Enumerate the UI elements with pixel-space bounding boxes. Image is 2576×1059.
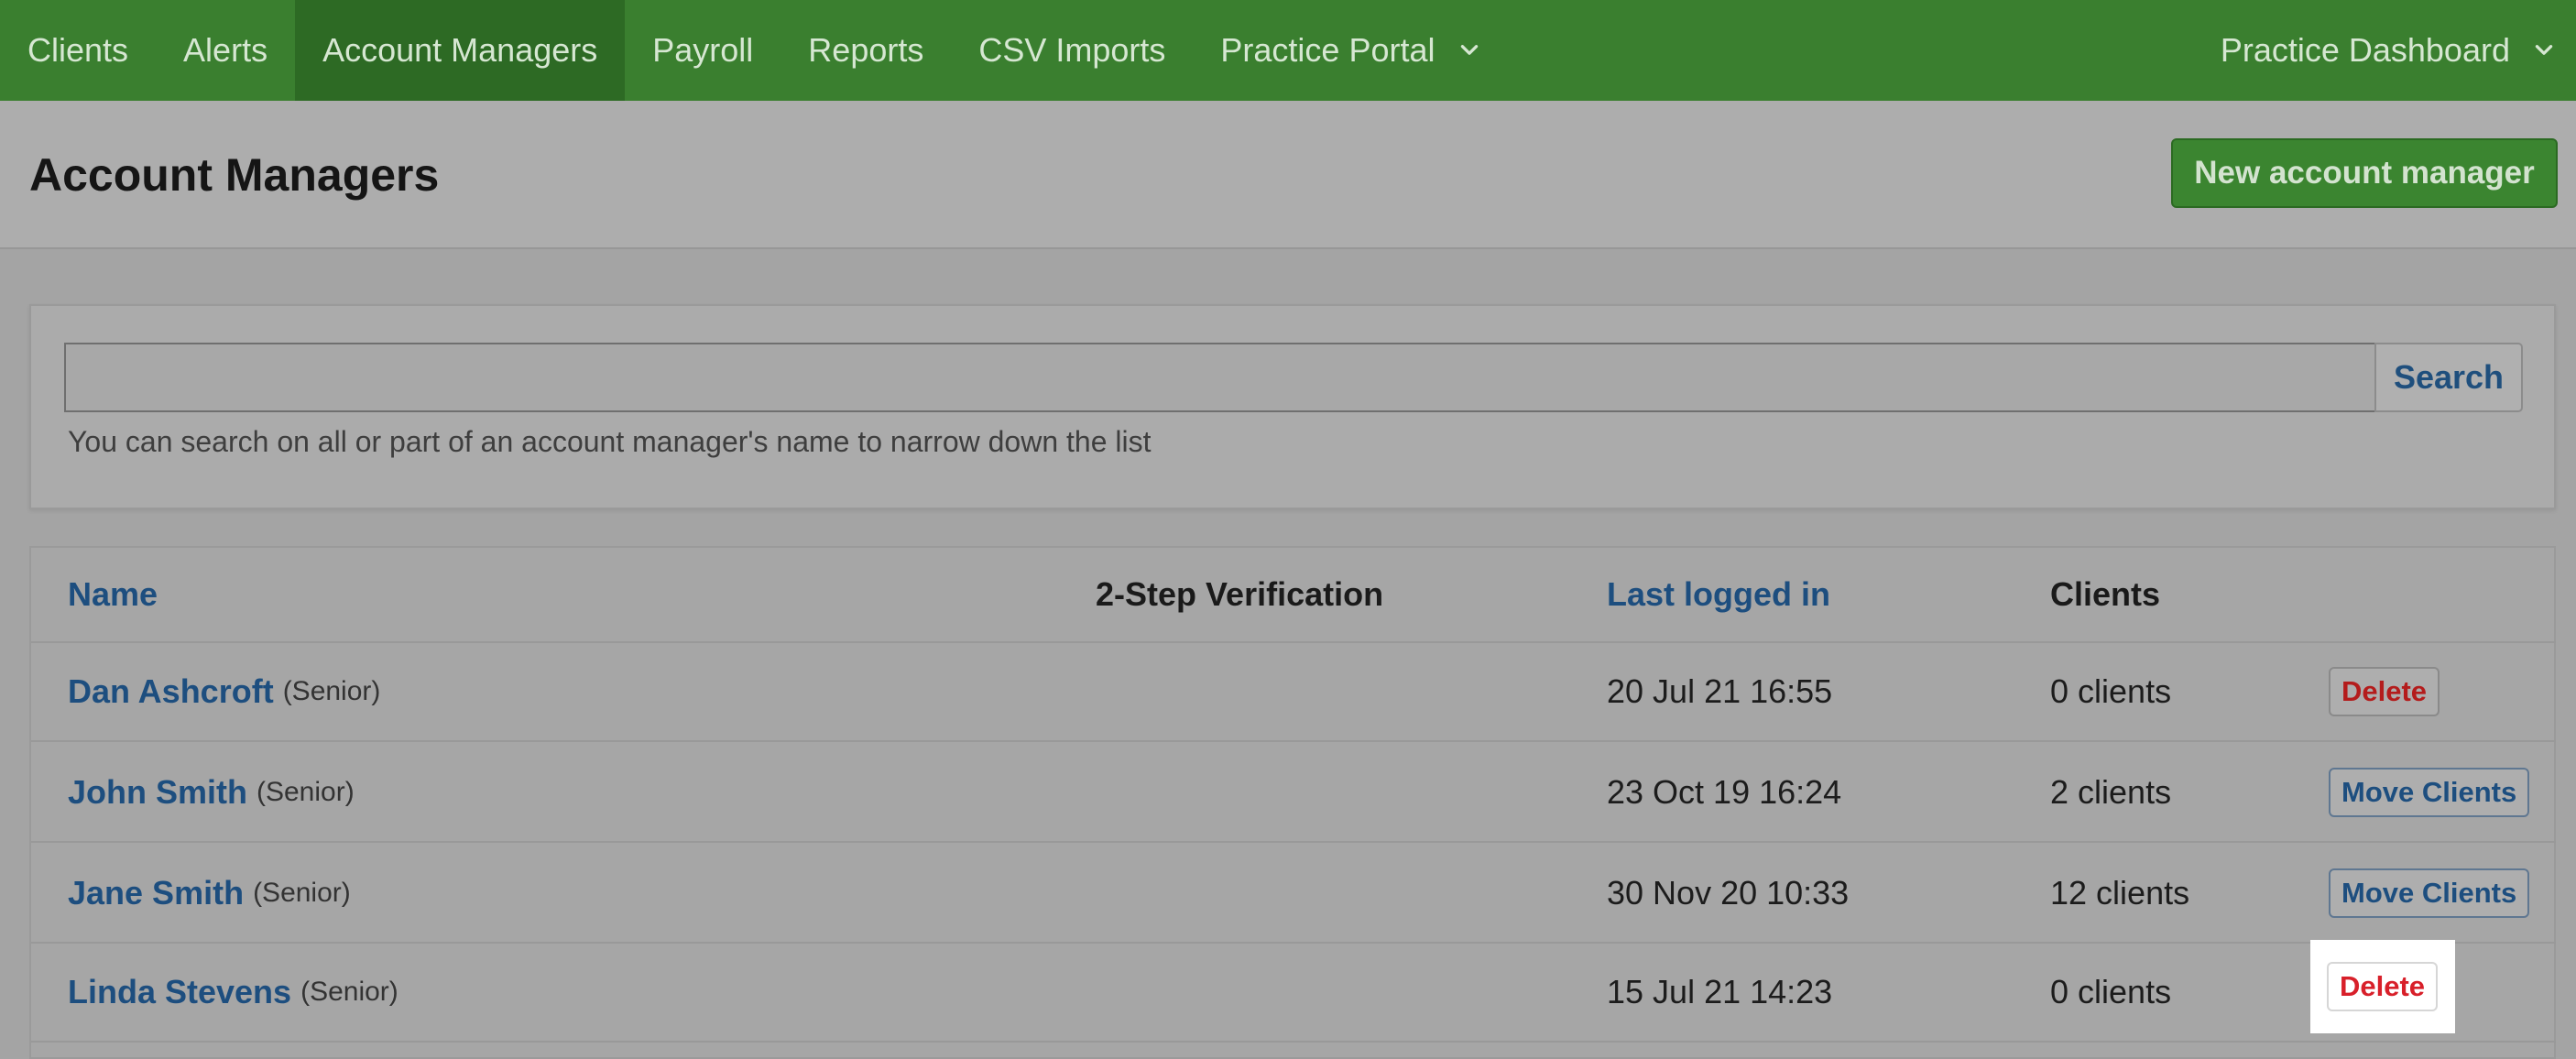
action-cell: Move Clients bbox=[2329, 845, 2530, 942]
page-header: Account Managers New account manager bbox=[0, 101, 2576, 249]
column-header-clients: Clients bbox=[2050, 575, 2161, 613]
table-row: Linda Stevens (Senior) 15 Jul 21 14:23 0… bbox=[31, 944, 2556, 1043]
nav-item-practice-dashboard[interactable]: Practice Dashboard bbox=[2193, 0, 2576, 101]
last-logged-in-cell: 15 Jul 21 14:23 bbox=[1607, 973, 1833, 1010]
search-input[interactable] bbox=[64, 343, 2376, 412]
manager-role: (Senior) bbox=[257, 777, 355, 807]
manager-role: (Senior) bbox=[300, 977, 398, 1007]
nav-item-clients[interactable]: Clients bbox=[0, 0, 156, 101]
clients-cell: 2 clients bbox=[2050, 773, 2172, 811]
search-panel: Search You can search on all or part of … bbox=[29, 304, 2556, 509]
action-cell: Delete bbox=[2329, 643, 2440, 740]
manager-name-link[interactable]: Jane Smith bbox=[68, 874, 244, 912]
delete-button[interactable]: Delete bbox=[2327, 962, 2439, 1011]
action-cell: Move Clients bbox=[2329, 744, 2530, 841]
nav-item-csv-imports[interactable]: CSV Imports bbox=[951, 0, 1193, 101]
nav-item-payroll[interactable]: Payroll bbox=[625, 0, 780, 101]
last-logged-in-cell: 20 Jul 21 16:55 bbox=[1607, 672, 1833, 710]
table-row: Dan Ashcroft (Senior) 20 Jul 21 16:55 0 … bbox=[31, 643, 2556, 742]
name-cell: John Smith (Senior) bbox=[68, 744, 355, 841]
last-logged-in-cell: 30 Nov 20 10:33 bbox=[1607, 874, 1850, 912]
clients-cell: 12 clients bbox=[2050, 874, 2190, 912]
last-logged-in-cell: 23 Oct 19 16:24 bbox=[1607, 773, 1842, 811]
move-clients-button[interactable]: Move Clients bbox=[2329, 768, 2530, 817]
manager-role: (Senior) bbox=[253, 878, 351, 908]
column-header-last-logged-in[interactable]: Last logged in bbox=[1607, 548, 1830, 641]
nav-item-alerts[interactable]: Alerts bbox=[156, 0, 295, 101]
new-account-manager-button[interactable]: New account manager bbox=[2171, 138, 2558, 208]
nav-item-practice-dashboard-label: Practice Dashboard bbox=[2220, 31, 2510, 69]
nav-item-account-managers[interactable]: Account Managers bbox=[295, 0, 626, 101]
nav-item-practice-portal-label: Practice Portal bbox=[1220, 31, 1435, 69]
nav-item-practice-portal[interactable]: Practice Portal bbox=[1193, 0, 1508, 101]
delete-button[interactable]: Delete bbox=[2329, 667, 2440, 716]
table-row: Jane Smith (Senior) 30 Nov 20 10:33 12 c… bbox=[31, 845, 2556, 944]
nav-item-reports[interactable]: Reports bbox=[780, 0, 951, 101]
name-cell: Linda Stevens (Senior) bbox=[68, 944, 398, 1041]
table-header-row: Name 2-Step Verification Last logged in … bbox=[31, 548, 2556, 643]
name-cell: Jane Smith (Senior) bbox=[68, 845, 351, 942]
search-help-text: You can search on all or part of an acco… bbox=[68, 425, 1152, 458]
column-header-name[interactable]: Name bbox=[68, 548, 158, 641]
manager-role: (Senior) bbox=[282, 676, 381, 706]
manager-name-link[interactable]: Linda Stevens bbox=[68, 973, 291, 1011]
search-button[interactable]: Search bbox=[2374, 343, 2523, 412]
chevron-down-icon bbox=[2535, 45, 2553, 55]
clients-cell: 0 clients bbox=[2050, 973, 2172, 1010]
manager-name-link[interactable]: John Smith bbox=[68, 773, 247, 812]
manager-name-link[interactable]: Dan Ashcroft bbox=[68, 672, 274, 711]
page-title: Account Managers bbox=[29, 149, 440, 201]
chevron-down-icon bbox=[1460, 45, 1478, 55]
column-header-two-step: 2-Step Verification bbox=[1096, 575, 1384, 613]
table-row: John Smith (Senior) 23 Oct 19 16:24 2 cl… bbox=[31, 744, 2556, 843]
account-managers-table: Name 2-Step Verification Last logged in … bbox=[29, 546, 2556, 1059]
move-clients-button[interactable]: Move Clients bbox=[2329, 868, 2530, 918]
name-cell: Dan Ashcroft (Senior) bbox=[68, 643, 380, 740]
top-nav: Clients Alerts Account Managers Payroll … bbox=[0, 0, 2576, 101]
highlighted-action-area: Delete bbox=[2310, 940, 2455, 1033]
clients-cell: 0 clients bbox=[2050, 672, 2172, 710]
